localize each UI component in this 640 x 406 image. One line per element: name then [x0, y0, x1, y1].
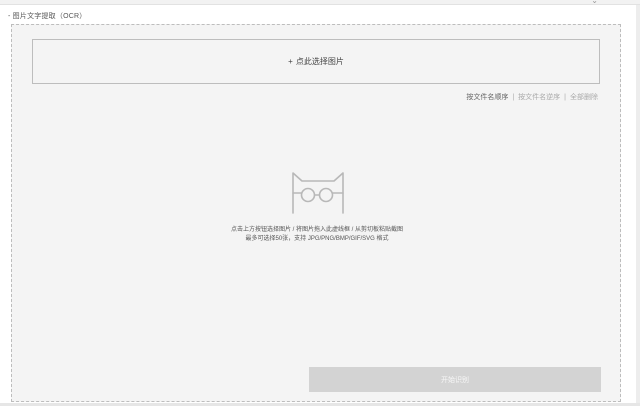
- delete-all-link[interactable]: 全部删除: [570, 92, 598, 102]
- top-bar: ⌄: [0, 0, 640, 5]
- sort-by-name-desc-link[interactable]: 按文件名逆序: [518, 92, 560, 102]
- start-recognition-button[interactable]: 开始识别: [309, 367, 601, 392]
- section-title: - 图片文字提取（OCR）: [8, 13, 87, 20]
- plus-icon: +: [288, 57, 293, 66]
- separator: |: [512, 93, 515, 101]
- sort-controls: 按文件名顺序 | 按文件名逆序 | 全部删除: [466, 92, 598, 102]
- format-hint-text: 最多可选择50张，支持 JPG/PNG/BMP/GIF/SVG 格式: [245, 236, 389, 242]
- select-image-button[interactable]: + 点此选择图片: [32, 39, 600, 84]
- select-image-label: 点此选择图片: [295, 57, 344, 66]
- vertical-scrollbar[interactable]: [636, 5, 640, 406]
- chevron-down-icon[interactable]: ⌄: [591, 0, 598, 5]
- drop-zone[interactable]: + 点此选择图片 按文件名顺序 | 按文件名逆序 | 全部删除 点击上方按钮选择…: [11, 24, 621, 402]
- hint-text: 点击上方按钮选择图片 / 将图片拖入此虚线框 / 从剪切板粘贴截图: [230, 227, 403, 233]
- cat-with-glasses-icon: [292, 172, 344, 214]
- separator: |: [564, 93, 566, 101]
- sort-by-name-link[interactable]: 按文件名顺序: [466, 92, 508, 102]
